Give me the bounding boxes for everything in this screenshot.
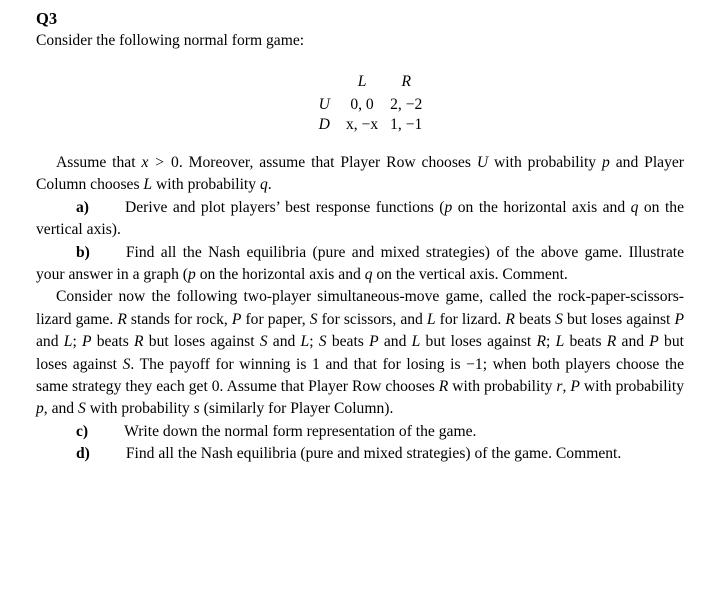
question-item-c: c) Write down the normal form representat… (36, 421, 684, 443)
rpsl-var-R-1: R (117, 310, 127, 328)
item-b-text-3: on the vertical axis. Comment. (372, 265, 568, 283)
rpsl-text-12: and (267, 333, 301, 351)
rpsl-var-P-4: P (369, 333, 379, 351)
rpsl-text-7: but loses against (562, 310, 675, 328)
question-item-a: a) Derive and plot players’ best response… (36, 197, 684, 242)
assume-zero: 0 (171, 153, 179, 171)
rpsl-text-6: beats (514, 310, 556, 328)
payoff-matrix-container: L R U 0, 0 2, −2 D x, −x 1, −1 (36, 72, 684, 136)
rpsl-text-26: with probability (85, 400, 194, 418)
assume-text-2: . Moreover, assume that Player Row choos… (178, 153, 477, 171)
rpsl-text-4: for scissors, and (317, 310, 427, 328)
matrix-cell-U-L: 0, 0 (350, 95, 374, 113)
assume-var-L: L (143, 176, 153, 194)
rpsl-var-R-3: R (134, 333, 144, 351)
rpsl-var-R-5: R (606, 333, 617, 351)
matrix-cell-U-R: 2, −2 (390, 95, 423, 113)
question-item-d: d) Find all the Nash equilibria (pure and… (36, 443, 684, 465)
rpsl-var-p: p (36, 400, 44, 418)
question-item-b: b) Find all the Nash equilibria (pure and… (36, 242, 684, 287)
matrix-column-header-L: L (357, 73, 367, 91)
rpsl-var-S-4: S (318, 333, 327, 351)
assumption-paragraph: Assume that x > 0. Moreover, assume that… (36, 152, 684, 197)
rpsl-text-10: beats (91, 333, 135, 351)
item-d-text: Find all the Nash equilibria (pure and m… (125, 445, 622, 463)
assume-text-6: . (267, 176, 272, 194)
matrix-row-D: D x, −x 1, −1 (310, 115, 429, 136)
rpsl-var-P-5: P (649, 333, 659, 351)
rpsl-var-S-6: S (78, 400, 86, 418)
rpsl-var-L-3: L (300, 333, 310, 351)
rpsl-var-S-3: S (259, 333, 268, 351)
document-body: Q3 Consider the following normal form ga… (36, 9, 684, 466)
rpsl-var-R-4: R (536, 333, 547, 351)
rpsl-text-11: but loses against (143, 333, 260, 351)
rpsl-text-3: for paper, (241, 310, 310, 328)
rpsl-var-P-1: P (231, 310, 242, 328)
item-label-b: b) (76, 243, 90, 261)
assume-text-3: with probability (488, 153, 603, 171)
rpsl-text-16: but loses against (420, 333, 537, 351)
assume-text-1: Assume that (56, 153, 142, 171)
matrix-row-U: U 0, 0 2, −2 (310, 95, 429, 116)
rpsl-text-14: beats (326, 333, 370, 351)
rpsl-text-2: stands for rock, (126, 310, 232, 328)
rpsl-text-22: with probability (448, 377, 557, 395)
matrix-column-header-R: R (401, 73, 411, 91)
rpsl-text-27: (similarly for Player Column). (199, 400, 394, 418)
rpsl-text-13: ; (309, 333, 319, 351)
matrix-corner-cell (310, 72, 340, 95)
rpsl-text-5: for lizard. (435, 310, 506, 328)
rpsl-var-L-5: L (555, 333, 565, 351)
assume-var-q: q (259, 176, 268, 194)
rpsl-text-17: ; (546, 333, 556, 351)
assume-var-U: U (476, 153, 489, 171)
rpsl-text-15: and (378, 333, 412, 351)
item-label-c: c) (76, 422, 89, 440)
item-b-text-2: on the horizontal axis and (195, 265, 365, 283)
assume-var-p: p (602, 153, 610, 171)
rpsl-paragraph: Consider now the following two-player si… (36, 286, 684, 420)
assume-gt-operator: > (149, 153, 171, 171)
matrix-row-header-D: D (318, 116, 330, 134)
matrix-cell-D-R: 1, −1 (390, 116, 423, 134)
rpsl-var-P-3: P (82, 333, 92, 351)
item-b-var-p: p (188, 265, 196, 283)
rpsl-var-L-1: L (426, 310, 436, 328)
rpsl-var-R-6: R (438, 377, 449, 395)
page-title: Q3 (36, 9, 58, 28)
assume-text-5: with probability (152, 176, 260, 194)
rpsl-text-9: ; (72, 333, 82, 351)
document-page: Q3 Consider the following normal form ga… (0, 0, 714, 589)
rpsl-var-S-1: S (309, 310, 318, 328)
rpsl-var-P-2: P (674, 310, 684, 328)
intro-paragraph: Consider the following normal form game: (36, 32, 305, 49)
rpsl-text-25: , and (43, 400, 79, 418)
item-c-text: Write down the normal form representatio… (124, 422, 477, 440)
rpsl-var-S-2: S (555, 310, 563, 328)
rpsl-var-R-2: R (505, 310, 515, 328)
matrix-header-row: L R (310, 72, 429, 95)
item-label-a: a) (76, 198, 89, 216)
rpsl-text-19: and (616, 333, 650, 351)
rpsl-text-24: with probability (579, 377, 685, 395)
matrix-row-header-U: U (318, 95, 330, 113)
payoff-matrix: L R U 0, 0 2, −2 D x, −x 1, −1 (310, 72, 429, 136)
rpsl-text-8: and (36, 333, 64, 351)
matrix-cell-D-L: x, −x (345, 116, 379, 134)
rpsl-text-18: beats (564, 333, 607, 351)
rpsl-var-L-4: L (411, 333, 421, 351)
item-label-d: d) (76, 445, 90, 463)
rpsl-var-P-6: P (570, 377, 580, 395)
item-a-text-1: Derive and plot players’ best response f… (125, 198, 445, 216)
item-a-text-2: on the horizontal axis and (452, 198, 631, 216)
